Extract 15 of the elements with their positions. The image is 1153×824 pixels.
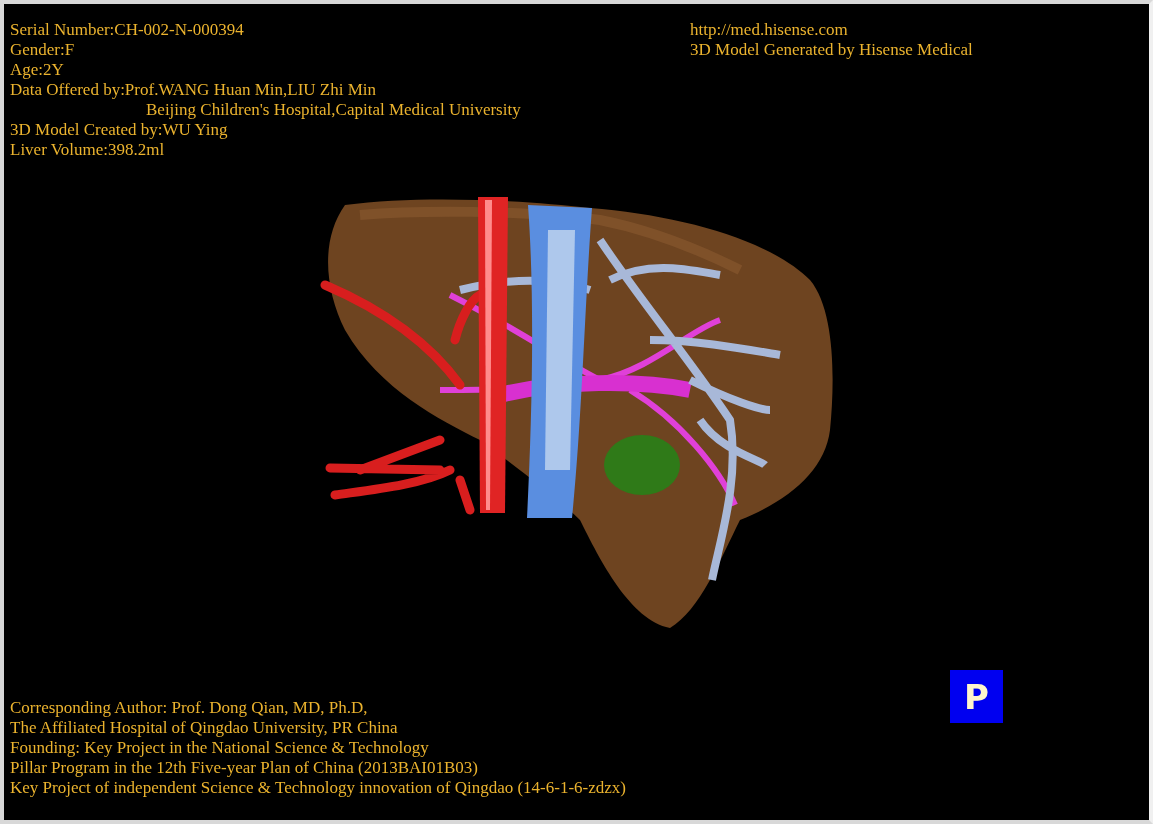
info-text: Beijing Children's Hospital,Capital Medical University — [146, 100, 521, 120]
info-text: Founding: Key Project in the National Science & Technology — [10, 738, 429, 758]
projection-button[interactable]: P — [950, 670, 1003, 723]
info-text: Gender:F — [10, 40, 75, 60]
info-text: The Affiliated Hospital of Qingdao University, PR China — [10, 718, 398, 738]
info-text: Age:2Y — [10, 60, 64, 80]
info-text: Serial Number:CH-002-N-000394 — [10, 20, 244, 40]
info-text: Data Offered by:Prof.WANG Huan Min,LIU Zhi Min — [10, 80, 377, 100]
info-text: 3D Model Generated by Hisense Medical — [690, 40, 973, 60]
info-text: Key Project of independent Science & Technology innovation of Qingdao (14-6-1-6-zdzx) — [10, 778, 626, 798]
info-text: http://med.hisense.com — [690, 20, 848, 40]
info-text: Corresponding Author: Prof. Dong Qian, MD, Ph.D, — [10, 698, 368, 718]
info-text: 3D Model Created by:WU Ying — [10, 120, 228, 140]
info-text: Liver Volume:398.2ml — [10, 140, 165, 160]
info-text: Pillar Program in the 12th Five-year Plan of China (2013BAI01B03) — [10, 758, 478, 778]
